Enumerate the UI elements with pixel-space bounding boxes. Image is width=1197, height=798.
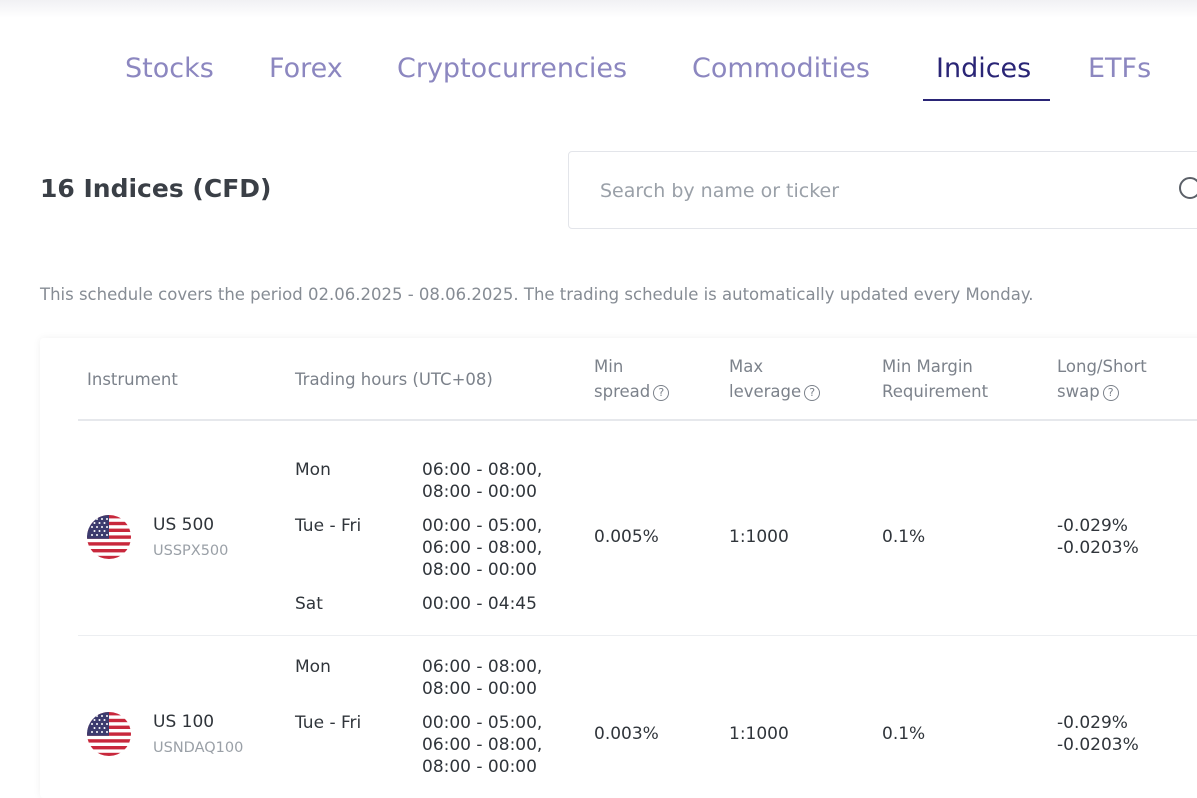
- header-min-margin-line1: Min Margin: [882, 357, 973, 376]
- header-min-spread: Min spread?: [594, 354, 670, 404]
- instrument-ticker: USSPX500: [153, 543, 229, 559]
- tab-stocks[interactable]: Stocks: [125, 50, 214, 88]
- hours-day: Sat: [295, 594, 323, 614]
- header-trading-hours: Trading hours (UTC+08): [295, 370, 493, 389]
- max-leverage-value: 1:1000: [729, 724, 789, 744]
- search-input[interactable]: [600, 174, 1160, 208]
- min-spread-value: 0.003%: [594, 724, 659, 744]
- page-title: 16 Indices (CFD): [40, 174, 272, 203]
- min-margin-value: 0.1%: [882, 724, 926, 744]
- hours-times: 00:00 - 05:00, 06:00 - 08:00, 08:00 - 00…: [422, 515, 542, 581]
- hours-time-line: 06:00 - 08:00,: [422, 735, 543, 755]
- swap-long: -0.029%: [1057, 516, 1128, 536]
- max-leverage-value: 1:1000: [729, 527, 789, 547]
- header-swap-text: swap: [1057, 382, 1100, 401]
- hours-time-line: 08:00 - 00:00: [422, 482, 537, 502]
- hours-day: Mon: [295, 657, 331, 677]
- hours-time-line: 06:00 - 08:00,: [422, 538, 543, 558]
- hours-time-line: 00:00 - 04:45: [422, 594, 537, 614]
- active-tab-indicator: [923, 99, 1050, 101]
- header-max-leverage-line2: leverage?: [729, 379, 821, 404]
- help-icon[interactable]: ?: [804, 385, 821, 401]
- header-divider: [78, 419, 1197, 421]
- hours-times: 00:00 - 04:45: [422, 593, 537, 615]
- instrument-name[interactable]: US 100: [153, 712, 214, 732]
- hours-day: Tue - Fri: [295, 516, 362, 536]
- header-min-spread-line1: Min: [594, 357, 624, 376]
- swap-values: -0.029% -0.0203%: [1057, 515, 1139, 559]
- header-swap-line2: swap?: [1057, 379, 1147, 404]
- row-divider: [78, 635, 1197, 636]
- tab-cryptocurrencies[interactable]: Cryptocurrencies: [397, 50, 627, 88]
- hours-time-line: 08:00 - 00:00: [422, 679, 537, 699]
- min-margin-value: 0.1%: [882, 527, 926, 547]
- hours-times: 00:00 - 05:00, 06:00 - 08:00, 08:00 - 00…: [422, 712, 542, 778]
- header-min-spread-text: spread: [594, 382, 651, 401]
- header-max-leverage: Max leverage?: [729, 354, 821, 404]
- us-flag-icon: [87, 515, 131, 559]
- help-icon[interactable]: ?: [653, 385, 670, 401]
- instrument-ticker: USNDAQ100: [153, 740, 244, 756]
- category-tabs: Stocks Forex Cryptocurrencies Commoditie…: [0, 0, 1197, 110]
- hours-times: 06:00 - 08:00, 08:00 - 00:00: [422, 656, 542, 700]
- hours-time-line: 08:00 - 00:00: [422, 757, 537, 777]
- hours-time-line: 06:00 - 08:00,: [422, 657, 543, 677]
- tab-commodities[interactable]: Commodities: [692, 50, 870, 88]
- header-swap: Long/Short swap?: [1057, 354, 1147, 404]
- tab-etfs[interactable]: ETFs: [1088, 50, 1151, 88]
- header-instrument: Instrument: [87, 370, 178, 389]
- swap-short: -0.0203%: [1057, 538, 1139, 558]
- header-min-margin: Min Margin Requirement: [882, 354, 988, 404]
- swap-values: -0.029% -0.0203%: [1057, 712, 1139, 756]
- instrument-name[interactable]: US 500: [153, 515, 214, 535]
- swap-short: -0.0203%: [1057, 735, 1139, 755]
- header-max-leverage-line1: Max: [729, 357, 764, 376]
- min-spread-value: 0.005%: [594, 527, 659, 547]
- search-box: [568, 151, 1197, 229]
- header-min-margin-line2: Requirement: [882, 382, 989, 401]
- hours-day: Tue - Fri: [295, 713, 362, 733]
- hours-time-line: 00:00 - 05:00,: [422, 713, 543, 733]
- tab-indices[interactable]: Indices: [936, 50, 1031, 88]
- swap-long: -0.029%: [1057, 713, 1128, 733]
- header-swap-line1: Long/Short: [1057, 357, 1147, 376]
- hours-times: 06:00 - 08:00, 08:00 - 00:00: [422, 459, 542, 503]
- header-max-leverage-text: leverage: [729, 382, 802, 401]
- us-flag-icon: [87, 712, 131, 756]
- help-icon[interactable]: ?: [1102, 385, 1119, 401]
- hours-day: Mon: [295, 460, 331, 480]
- hours-time-line: 00:00 - 05:00,: [422, 516, 543, 536]
- hours-time-line: 08:00 - 00:00: [422, 560, 537, 580]
- tab-forex[interactable]: Forex: [269, 50, 343, 88]
- hours-time-line: 06:00 - 08:00,: [422, 460, 543, 480]
- schedule-note: This schedule covers the period 02.06.20…: [40, 285, 1034, 304]
- header-min-spread-line2: spread?: [594, 379, 670, 404]
- search-icon[interactable]: [1179, 177, 1197, 199]
